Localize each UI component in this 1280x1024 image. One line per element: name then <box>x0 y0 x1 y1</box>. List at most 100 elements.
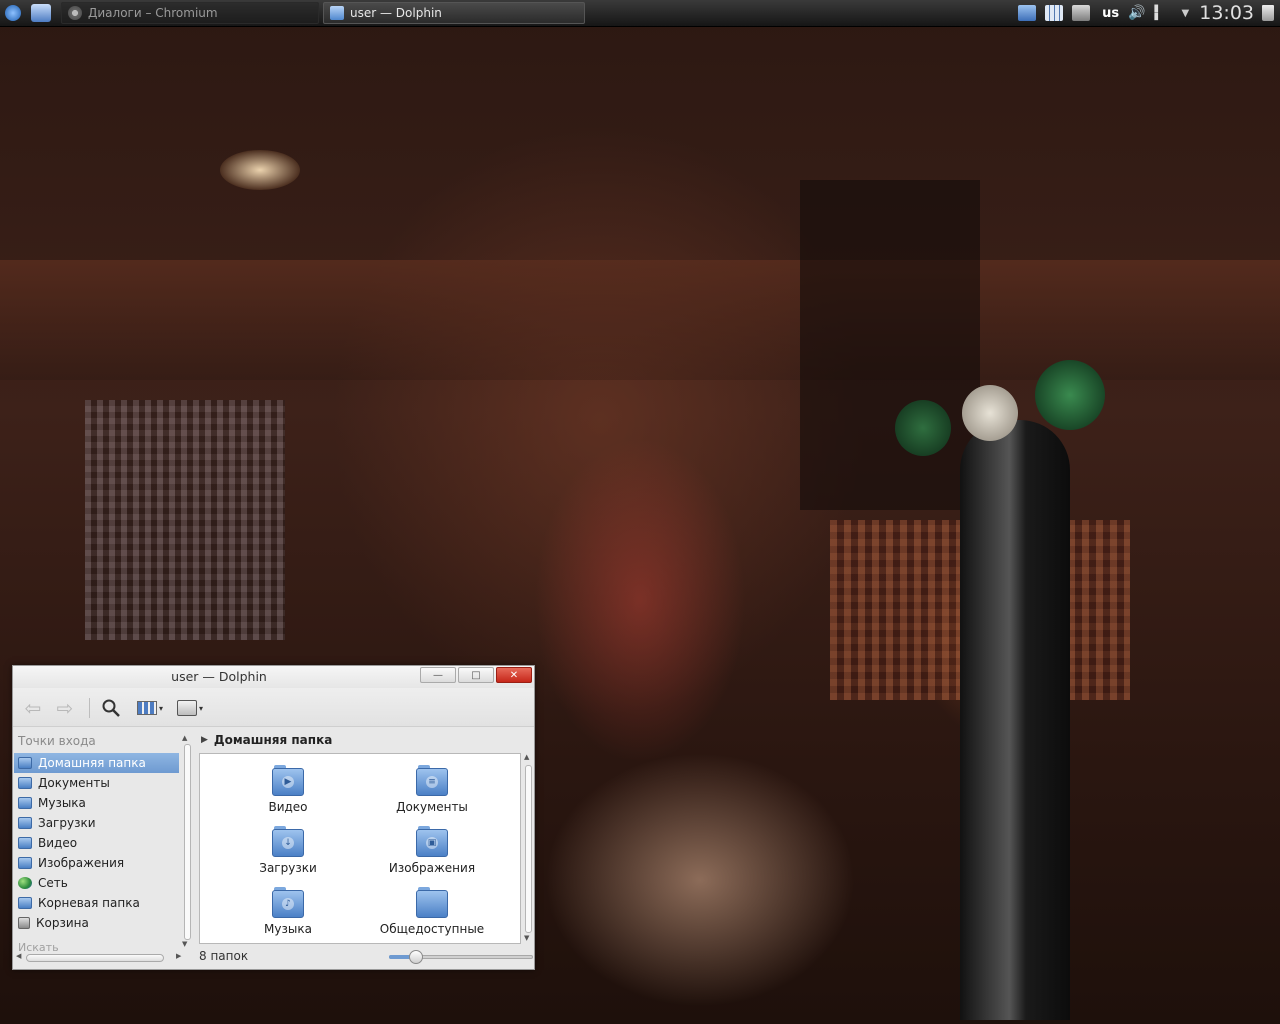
back-arrow-icon: ⇦ <box>24 696 42 720</box>
file-item-pictures[interactable]: ▣ Изображения <box>362 826 502 875</box>
file-name: Видео <box>268 800 308 814</box>
folder-icon[interactable] <box>1018 5 1037 21</box>
place-label: Документы <box>38 776 110 790</box>
file-name: Документы <box>396 800 468 814</box>
place-trash[interactable]: Корзина <box>14 913 179 933</box>
system-tray: us 🔊 ▮ ▮ ▼ 13:03 <box>1009 0 1280 26</box>
places-header: Точки входа <box>18 734 96 748</box>
maximize-icon: □ <box>471 669 481 681</box>
wallpaper-beer-tap <box>960 420 1070 1020</box>
file-item-downloads[interactable]: ↓ Загрузки <box>218 826 358 875</box>
video-folder-icon <box>18 837 32 849</box>
downloads-emblem-icon: ↓ <box>282 837 294 849</box>
pictures-folder-icon <box>18 857 32 869</box>
minimize-icon: — <box>433 669 443 681</box>
file-view-scrollbar[interactable]: ▲ ▼ <box>523 753 533 944</box>
place-label: Изображения <box>38 856 125 870</box>
application-menu-icon[interactable] <box>5 5 21 21</box>
folder-icon: ▣ <box>416 826 448 857</box>
scroll-down-icon[interactable]: ▼ <box>524 934 529 942</box>
wallpaper-mosaic-left <box>85 400 285 640</box>
network-icon[interactable]: ▮ ▮ <box>1154 4 1164 22</box>
view-mode-button[interactable]: ▾ <box>133 696 167 720</box>
folder-icon: ↓ <box>272 826 304 857</box>
folder-icon: ▶ <box>272 765 304 796</box>
scroll-right-icon[interactable]: ▶ <box>176 952 181 960</box>
scroll-up-icon[interactable]: ▲ <box>524 753 529 761</box>
file-item-public[interactable]: Общедоступные <box>362 887 502 936</box>
preview-button[interactable]: ▾ <box>173 696 207 720</box>
wallpaper-doorway <box>800 180 980 510</box>
forward-arrow-icon: ⇨ <box>56 696 74 720</box>
search-icon <box>102 699 120 717</box>
zoom-slider[interactable] <box>389 950 533 964</box>
file-name: Загрузки <box>259 861 317 875</box>
scrollbar-thumb[interactable] <box>184 744 191 940</box>
toolbar: ⇦ ⇨ ▾ ▾ <box>13 688 534 727</box>
breadcrumb[interactable]: ▶ Домашняя папка <box>201 733 332 747</box>
window-title: user — Dolphin <box>171 669 267 684</box>
place-root[interactable]: Корневая папка <box>14 893 179 913</box>
task-dolphin[interactable]: user — Dolphin <box>323 2 585 24</box>
icons-view-icon <box>136 701 157 715</box>
places-vertical-scrollbar[interactable]: ▲ ▼ <box>182 734 191 948</box>
video-emblem-icon: ▶ <box>282 776 294 788</box>
maximize-button[interactable]: □ <box>458 667 494 683</box>
place-documents[interactable]: Документы <box>14 773 179 793</box>
place-label: Музыка <box>38 796 86 810</box>
chevron-down-icon: ▾ <box>198 703 203 713</box>
place-label: Домашняя папка <box>38 756 146 770</box>
scrollbar-thumb[interactable] <box>26 954 164 962</box>
wallpaper-tap-badge <box>962 385 1018 441</box>
window-titlebar[interactable]: user — Dolphin — □ ✕ <box>13 666 534 688</box>
wallpaper-tap-badge <box>895 400 951 456</box>
place-label: Загрузки <box>38 816 96 830</box>
place-downloads[interactable]: Загрузки <box>14 813 179 833</box>
arrow-down-icon[interactable]: ▼ <box>1182 8 1190 19</box>
music-emblem-icon: ♪ <box>282 898 294 910</box>
drive-icon[interactable] <box>1072 5 1091 21</box>
clock[interactable]: 13:03 <box>1199 2 1254 24</box>
search-button[interactable] <box>99 696 123 720</box>
wallpaper-tap-badge <box>1035 360 1105 430</box>
place-pictures[interactable]: Изображения <box>14 853 179 873</box>
grid-icon[interactable] <box>1045 5 1064 21</box>
place-music[interactable]: Музыка <box>14 793 179 813</box>
trash-icon[interactable] <box>1262 5 1274 21</box>
wallpaper-ceiling <box>0 260 1280 380</box>
place-video[interactable]: Видео <box>14 833 179 853</box>
forward-button[interactable]: ⇨ <box>53 696 77 720</box>
scroll-left-icon[interactable]: ◀ <box>16 952 21 960</box>
task-label: Диалоги – Chromium <box>88 6 218 20</box>
file-name: Изображения <box>388 861 476 875</box>
place-home[interactable]: Домашняя папка <box>14 753 179 773</box>
place-label: Сеть <box>38 876 68 890</box>
place-network[interactable]: Сеть <box>14 873 179 893</box>
file-name: Общедоступные <box>379 922 485 936</box>
file-item-documents[interactable]: ≡ Документы <box>362 765 502 814</box>
chromium-icon <box>68 6 82 20</box>
back-button[interactable]: ⇦ <box>21 696 45 720</box>
network-globe-icon <box>18 877 32 889</box>
close-button[interactable]: ✕ <box>496 667 532 683</box>
status-text: 8 папок <box>199 949 249 963</box>
trash-icon <box>18 917 30 929</box>
documents-folder-icon <box>18 777 32 789</box>
downloads-folder-icon <box>18 817 32 829</box>
file-item-music[interactable]: ♪ Музыка <box>218 887 358 936</box>
file-view: ▶ Видео ≡ Документы ↓ Загрузки ▣ Изображ… <box>199 753 521 944</box>
camera-icon <box>176 700 197 716</box>
scroll-down-icon[interactable]: ▼ <box>182 940 187 948</box>
scrollbar-thumb[interactable] <box>525 765 532 933</box>
places-horizontal-scrollbar[interactable]: ◀ ▶ <box>16 952 186 962</box>
minimize-button[interactable]: — <box>420 667 456 683</box>
volume-icon[interactable]: 🔊 <box>1128 5 1145 21</box>
places-panel: Точки входа Домашняя папка Документы Муз… <box>14 728 192 952</box>
place-label: Корзина <box>36 916 89 930</box>
file-item-video[interactable]: ▶ Видео <box>218 765 358 814</box>
keyboard-layout-indicator[interactable]: us <box>1102 6 1119 21</box>
scroll-up-icon[interactable]: ▲ <box>182 734 187 742</box>
file-manager-launcher-icon[interactable] <box>31 4 51 22</box>
task-chromium[interactable]: Диалоги – Chromium <box>61 2 319 24</box>
zoom-slider-handle[interactable] <box>409 950 423 964</box>
